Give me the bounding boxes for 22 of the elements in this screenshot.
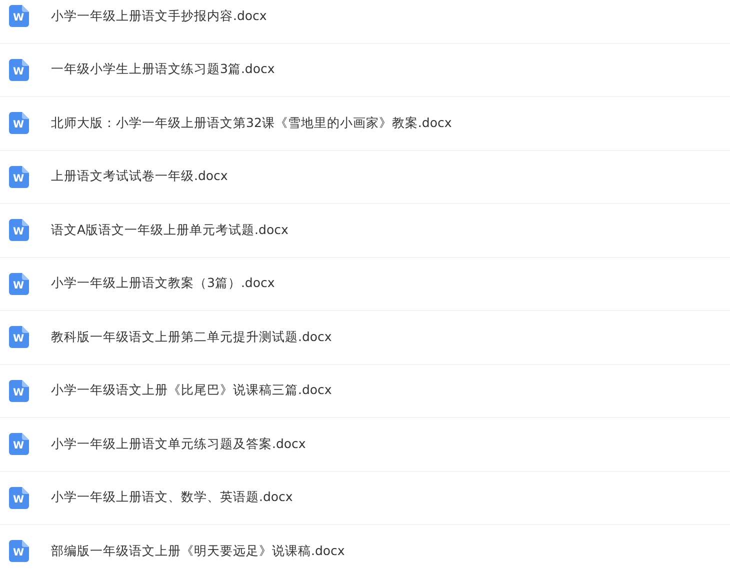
file-name-link[interactable]: 一年级小学生上册语文练习题3篇.docx (51, 61, 275, 78)
word-document-icon: W (9, 58, 29, 81)
word-document-icon: W (9, 5, 29, 28)
word-document-icon: W (9, 540, 29, 562)
word-document-icon: W (9, 380, 29, 402)
file-name-link[interactable]: 上册语文考试试卷一年级.docx (51, 168, 228, 186)
file-name-link[interactable]: 语文A版语文一年级上册单元考试题.docx (51, 222, 288, 239)
file-name-link[interactable]: 小学一年级上册语文、数学、英语题.docx (51, 489, 293, 506)
file-name-link[interactable]: 小学一年级上册语文教案（3篇）.docx (51, 275, 275, 292)
file-name-link[interactable]: 小学一年级语文上册《比尾巴》说课稿三篇.docx (51, 382, 332, 400)
file-name-link[interactable]: 教科版一年级语文上册第二单元提升测试题.docx (51, 328, 332, 346)
word-document-icon: W (9, 219, 29, 242)
word-document-icon: W (9, 166, 29, 188)
word-document-icon: W (9, 112, 29, 134)
word-document-icon: W (9, 326, 29, 348)
file-name-link[interactable]: 北师大版：小学一年级上册语文第32课《雪地里的小画家》教案.docx (51, 114, 452, 132)
word-document-icon: W (9, 433, 29, 456)
word-document-icon: W (9, 486, 29, 509)
file-name-link[interactable]: 小学一年级上册语文单元练习题及答案.docx (51, 436, 306, 453)
file-name-link[interactable]: 小学一年级上册语文手抄报内容.docx (51, 8, 267, 25)
file-name-link[interactable]: 部编版一年级语文上册《明天要远足》说课稿.docx (51, 542, 345, 560)
word-document-icon: W (9, 272, 29, 295)
